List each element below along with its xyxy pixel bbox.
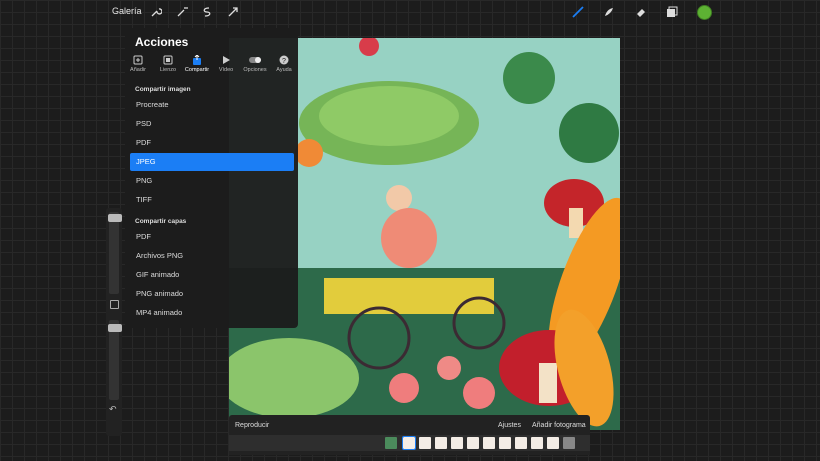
layers-animated-mp4[interactable]: MP4 animado xyxy=(130,304,294,322)
share-pdf[interactable]: PDF xyxy=(130,134,294,152)
transform-icon[interactable] xyxy=(226,5,240,19)
frame-thumbnail[interactable] xyxy=(547,437,559,449)
share-jpeg[interactable]: JPEG xyxy=(130,153,294,171)
frame-thumbnail[interactable] xyxy=(515,437,527,449)
share-tiff[interactable]: TIFF xyxy=(130,191,294,209)
smudge-icon[interactable] xyxy=(602,5,616,19)
frame-thumbnail[interactable] xyxy=(483,437,495,449)
tab-help[interactable]: ? Ayuda xyxy=(269,55,299,73)
layers-pdf[interactable]: PDF xyxy=(130,228,294,246)
tab-video[interactable]: Vídeo xyxy=(211,55,241,73)
section-share-layers: Compartir capas xyxy=(135,218,187,225)
panel-title: Acciones xyxy=(135,35,189,49)
tab-label: Compartir xyxy=(184,67,210,73)
actions-panel: Acciones Añadir Lienzo Compartir Vídeo O… xyxy=(125,28,298,328)
top-toolbar: Galería xyxy=(0,0,820,24)
frame-thumbnail[interactable] xyxy=(402,436,416,450)
share-icon xyxy=(193,55,201,65)
frame-thumbnail[interactable] xyxy=(531,437,543,449)
actions-tabs: Añadir Lienzo Compartir Vídeo Opciones ?… xyxy=(125,55,298,77)
layers-png-files[interactable]: Archivos PNG xyxy=(130,247,294,265)
frame-thumbnail[interactable] xyxy=(563,437,575,449)
tab-add[interactable]: Añadir xyxy=(123,55,153,73)
share-psd[interactable]: PSD xyxy=(130,115,294,133)
timeline-settings-button[interactable]: Ajustes xyxy=(498,422,521,429)
tab-label: Ayuda xyxy=(276,67,292,73)
animation-timeline: Reproducir Ajustes Añadir fotograma xyxy=(229,415,590,455)
share-png[interactable]: PNG xyxy=(130,172,294,190)
frame-strip xyxy=(229,435,590,451)
brush-size-thumb[interactable] xyxy=(108,214,122,222)
tab-label: Añadir xyxy=(130,67,146,73)
undo-icon[interactable]: ↶ xyxy=(109,404,117,415)
tab-options[interactable]: Opciones xyxy=(240,55,270,73)
share-procreate[interactable]: Procreate xyxy=(130,96,294,114)
tab-label: Vídeo xyxy=(218,67,234,73)
canvas-icon xyxy=(163,55,173,65)
video-icon xyxy=(223,56,230,64)
layers-animated-png[interactable]: PNG animado xyxy=(130,285,294,303)
gallery-button[interactable]: Galería xyxy=(112,6,142,16)
toggle-icon xyxy=(249,57,261,63)
add-frame-button[interactable]: Añadir fotograma xyxy=(532,422,586,429)
brush-icon[interactable] xyxy=(571,5,585,19)
frame-thumbnail[interactable] xyxy=(385,437,397,449)
help-icon: ? xyxy=(279,55,289,65)
eyedropper-button[interactable] xyxy=(110,300,119,309)
tab-canvas[interactable]: Lienzo xyxy=(153,55,183,73)
magic-wand-icon[interactable] xyxy=(175,5,189,19)
frame-thumbnail[interactable] xyxy=(499,437,511,449)
selection-icon[interactable] xyxy=(200,5,214,19)
frame-thumbnail[interactable] xyxy=(435,437,447,449)
layers-icon[interactable] xyxy=(665,5,679,19)
tab-label: Opciones xyxy=(243,67,267,73)
layers-animated-gif[interactable]: GIF animado xyxy=(130,266,294,284)
eraser-icon[interactable] xyxy=(634,5,648,19)
tab-label: Lienzo xyxy=(159,67,177,73)
svg-text:?: ? xyxy=(282,58,286,65)
opacity-thumb[interactable] xyxy=(108,324,122,332)
section-share-image: Compartir imagen xyxy=(135,86,191,93)
color-picker-button[interactable] xyxy=(697,5,712,20)
brush-size-slider[interactable] xyxy=(108,212,122,294)
opacity-slider[interactable] xyxy=(108,320,122,400)
tab-share[interactable]: Compartir xyxy=(182,55,212,73)
frame-thumbnail[interactable] xyxy=(451,437,463,449)
frame-thumbnail[interactable] xyxy=(467,437,479,449)
side-sliders: ↶ xyxy=(106,208,122,436)
add-icon xyxy=(133,55,143,65)
wrench-icon[interactable] xyxy=(149,5,163,19)
play-button[interactable]: Reproducir xyxy=(235,422,269,429)
frame-thumbnail[interactable] xyxy=(419,437,431,449)
